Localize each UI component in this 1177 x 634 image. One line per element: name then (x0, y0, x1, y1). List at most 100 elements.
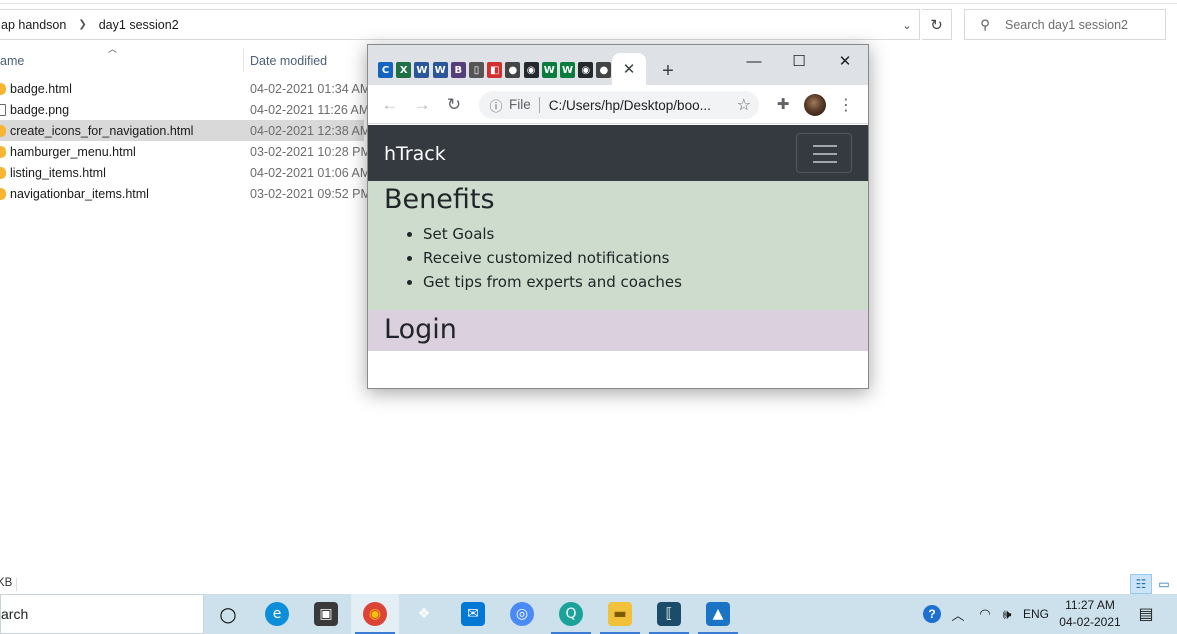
extensions-puzzle-icon[interactable]: ✚ (773, 94, 793, 114)
globe-favicon-icon[interactable]: ● (596, 62, 612, 78)
pdf-favicon-icon[interactable]: ◧ (487, 62, 503, 78)
forward-arrow-icon[interactable]: → (410, 93, 434, 117)
github-favicon-icon[interactable]: ◉ (578, 62, 594, 78)
breadcrumb-current[interactable]: day1 session2 (95, 18, 183, 32)
file-name[interactable]: create_icons_for_navigation.html (10, 124, 193, 138)
large-icons-view-icon[interactable]: ▭ (1153, 574, 1175, 594)
browser-toolbar: ← → ↻ ⓘ File C:/Users/hp/Desktop/boo... … (368, 85, 868, 124)
w-favicon-icon[interactable]: W (541, 62, 557, 78)
html-file-icon (0, 124, 6, 137)
help-badge-icon[interactable]: ? (920, 594, 944, 634)
reload-icon[interactable]: ↻ (442, 93, 466, 117)
taskbar-search-box[interactable]: arch (0, 594, 204, 634)
file-row[interactable]: create_icons_for_navigation.html 04-02-20… (0, 120, 370, 141)
bookmark-star-icon[interactable]: ☆ (737, 95, 751, 115)
profile-avatar[interactable] (804, 94, 826, 116)
taskbar-app-button[interactable]: ✉ (449, 594, 497, 634)
file-row[interactable]: badge.html 04-02-2021 01:34 AM (0, 78, 370, 99)
html-file-icon (0, 187, 6, 200)
sort-up-icon: ︿ (108, 44, 118, 54)
bootstrap-favicon-icon[interactable]: B (450, 62, 466, 78)
hamburger-menu-icon[interactable] (796, 133, 852, 173)
file-date: 04-02-2021 12:38 AM (250, 123, 371, 138)
excel-favicon-icon[interactable]: X (396, 62, 412, 78)
back-arrow-icon[interactable]: ← (378, 93, 402, 117)
volume-icon[interactable]: 🕪 (996, 594, 1018, 634)
minimize-icon[interactable]: — (731, 49, 777, 73)
file-row[interactable]: listing_items.html 04-02-2021 01:06 AM (0, 162, 370, 183)
column-header-name[interactable]: ame (0, 48, 24, 74)
github-favicon-icon[interactable]: ◉ (523, 62, 539, 78)
file-name[interactable]: navigationbar_items.html (10, 187, 149, 201)
search-input[interactable]: ⚲ Search day1 session2 (964, 9, 1166, 40)
dropbox-icon: ❖ (417, 606, 431, 622)
close-tab-icon[interactable]: ✕ (623, 60, 636, 78)
address-bar[interactable]: ap handson ❯ day1 session2 (0, 9, 920, 40)
chevron-up-icon[interactable]: ︿ (948, 594, 968, 634)
ribbon-edge (0, 0, 1177, 4)
word-favicon-icon[interactable]: W (432, 62, 448, 78)
word-favicon-icon[interactable]: W (414, 62, 430, 78)
maximize-icon[interactable]: ☐ (776, 49, 822, 73)
taskbar-app-button[interactable]: ❖ (400, 594, 448, 634)
tab-strip: C X W W B ▯ ◧ ● ◉ W W ◉ ● ✕ + — ☐ ✕ (368, 45, 868, 85)
file-name[interactable]: hamburger_menu.html (10, 145, 136, 159)
file-date: 03-02-2021 10:28 PM (250, 144, 371, 159)
doc-favicon-icon[interactable]: ▯ (469, 62, 484, 78)
taskbar-app-button[interactable]: Q (547, 594, 595, 634)
omnibox[interactable]: ⓘ File C:/Users/hp/Desktop/boo... ☆ (479, 91, 759, 119)
taskbar-app-button[interactable]: ◎ (498, 594, 546, 634)
taskbar-app-button[interactable]: ▬ (596, 594, 644, 634)
file-date: 03-02-2021 09:52 PM (250, 186, 371, 201)
chevron-right-icon[interactable]: ❯ (70, 19, 94, 30)
file-row[interactable]: navigationbar_items.html 03-02-2021 09:52… (0, 183, 371, 204)
file-row[interactable]: hamburger_menu.html 03-02-2021 10:28 PM (0, 141, 371, 162)
new-tab-icon[interactable]: + (656, 59, 680, 83)
file-row[interactable]: badge.png 04-02-2021 11:26 AM (0, 99, 369, 120)
taskbar-app-button[interactable]: ▣ (302, 594, 350, 634)
file-name[interactable]: badge.png (10, 103, 69, 117)
chevron-down-icon[interactable]: ⌄ (898, 14, 916, 36)
search-icon: ⚲ (980, 16, 990, 32)
app-bracket-icon: ⟦ (657, 602, 681, 626)
taskbar-app-button[interactable]: ▲ (694, 594, 742, 634)
taskbar-app-button[interactable]: ◉ (351, 594, 399, 634)
html-file-icon (0, 166, 6, 179)
file-date: 04-02-2021 01:34 AM (250, 81, 371, 96)
globe-favicon-icon[interactable]: ● (505, 62, 521, 78)
taskbar-clock[interactable]: 11:27 AM 04-02-2021 (1055, 597, 1125, 631)
taskbar-app-button[interactable]: ○ (204, 594, 252, 634)
kebab-menu-icon[interactable]: ⋮ (836, 94, 856, 116)
file-date: 04-02-2021 01:06 AM (250, 165, 371, 180)
c-favicon-icon[interactable]: C (378, 62, 393, 78)
breadcrumb-parent[interactable]: ap handson (0, 18, 70, 32)
chromium-icon: ◎ (510, 602, 534, 626)
file-name[interactable]: listing_items.html (10, 166, 106, 180)
benefit-item: Set Goals (423, 225, 682, 249)
mail-icon: ✉ (461, 602, 485, 626)
taskbar-app-button[interactable]: ⟦ (645, 594, 693, 634)
column-divider[interactable] (243, 48, 244, 72)
benefit-item: Receive customized notifications (423, 249, 682, 273)
status-bar: KB ☷ ▭ (0, 574, 1177, 594)
column-header-date[interactable]: Date modified (250, 48, 327, 74)
info-icon[interactable]: ⓘ (483, 96, 509, 115)
w-favicon-icon[interactable]: W (560, 62, 575, 78)
login-heading: Login (384, 314, 457, 345)
url-text[interactable]: C:/Users/hp/Desktop/boo... (540, 98, 720, 113)
close-window-icon[interactable]: ✕ (822, 49, 868, 73)
details-view-icon[interactable]: ☷ (1130, 574, 1152, 594)
refresh-icon[interactable]: ↻ (922, 9, 952, 40)
store-icon: ▣ (314, 602, 338, 626)
notification-center-icon[interactable]: ▤ (1134, 594, 1158, 634)
benefits-list: Set GoalsReceive customized notification… (423, 225, 682, 297)
chrome-icon: ◉ (363, 602, 387, 626)
language-indicator[interactable]: ENG (1020, 594, 1052, 634)
active-tab[interactable]: ✕ (612, 53, 646, 85)
cortana-icon: ○ (219, 602, 237, 626)
navbar-brand[interactable]: hTrack (384, 143, 446, 165)
taskbar-app-button[interactable]: e (253, 594, 301, 634)
html-file-icon (0, 145, 6, 158)
file-name[interactable]: badge.html (10, 82, 72, 96)
wifi-icon[interactable]: ◠ (974, 594, 996, 634)
